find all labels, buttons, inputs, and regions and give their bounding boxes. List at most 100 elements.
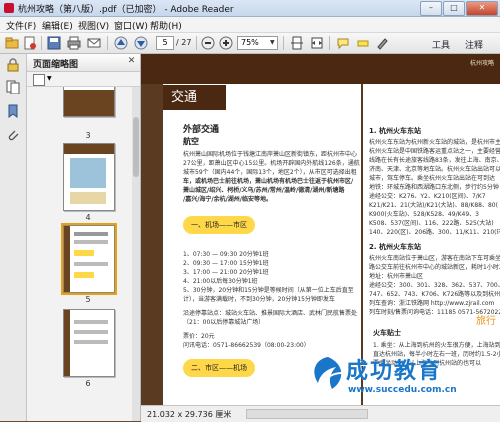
page-thumbnail-selected[interactable]: [61, 223, 117, 295]
chevron-down-icon[interactable]: ▼: [47, 75, 52, 82]
menu-edit[interactable]: 编辑(E): [42, 19, 73, 32]
thumbnail-label: 4: [85, 213, 91, 222]
section-accent-label: 旅行: [476, 316, 496, 327]
zoom-out-icon[interactable]: [201, 36, 215, 50]
left-paragraph-line: /嘉兴/海宁/余杭/湖州/临安等地。: [183, 196, 272, 203]
toolbar-separator: [196, 36, 197, 50]
toolbar-separator: [329, 36, 330, 50]
watermark-brand: 成功教育: [346, 359, 443, 384]
menu-window[interactable]: 窗口(W): [114, 19, 148, 32]
create-pdf-icon[interactable]: [23, 36, 37, 50]
toolbar-separator: [283, 36, 284, 50]
fit-page-icon[interactable]: [290, 36, 304, 50]
fit-width-icon[interactable]: [310, 36, 324, 50]
right-paragraph-line: 地址：杭州市萧山区: [369, 273, 424, 280]
page-thumbnails-icon[interactable]: [6, 80, 20, 95]
schedule-line: 1、07:30 — 09:30 20分钟1班: [183, 251, 269, 258]
route-stops-line: （21：00以后停靠城站广场）: [183, 319, 265, 326]
right-paragraph-line: K21/K21、21(大站)/K21(大站)、88/K88、80(: [369, 202, 498, 209]
email-icon[interactable]: [87, 36, 101, 50]
right-paragraph-line: K900(火车站)、528/K528、49/K49、3: [369, 211, 479, 218]
right-paragraph-line: 线路在长有长途旅客线路83条，发往上海、南京、: [369, 157, 500, 164]
right-paragraph-line: 途经公交：K276、Y2、K210(区间)、7/K7: [369, 193, 486, 200]
schedule-line: 2、09:30 — 17:00 15分钟1班: [183, 260, 269, 267]
comment-bubble-icon[interactable]: [336, 36, 350, 50]
print-icon[interactable]: [67, 36, 81, 50]
highlight-icon[interactable]: [356, 36, 370, 50]
right-paragraph-line: 济南、天津、北京等地车站。杭州火车站出站可以到达: [369, 166, 500, 173]
chevron-down-icon[interactable]: ▼: [270, 39, 275, 46]
right-paragraph-line: 杭州火车东站为杭州新火车站的城站，是杭州市主要: [369, 139, 500, 146]
save-icon[interactable]: [47, 36, 61, 50]
status-bar: 21.032 x 29.736 厘米: [141, 405, 500, 422]
close-panel-icon[interactable]: ✕: [126, 56, 137, 67]
bookmarks-icon[interactable]: [6, 104, 20, 118]
close-button[interactable]: ✕: [466, 1, 498, 16]
page-thumbnail[interactable]: [63, 309, 115, 377]
section-title: 交通: [163, 85, 226, 110]
watermark-logo-icon: [308, 355, 348, 391]
left-paragraph-line: 27公里，距萧山区中心15公里。机场开辟国内外航线126条，通航: [183, 160, 360, 167]
menu-view[interactable]: 视图(V): [78, 19, 109, 32]
comment-button[interactable]: 注释: [465, 38, 483, 51]
page-size-text: 21.032 x 29.736 厘米: [147, 410, 232, 419]
page-side-band: [149, 84, 163, 405]
phone-text: 问讯电话：0571-86662539（08:00-23:00）: [183, 342, 310, 349]
horizontal-scrollbar[interactable]: [246, 409, 368, 419]
left-subheading: 航空: [183, 137, 199, 146]
thumbnail-label: 5: [85, 295, 91, 304]
page-thumbnail[interactable]: [63, 87, 115, 117]
left-paragraph-line: 杭州萧山国际机场位于钱塘江南岸萧山区新街镇东，距杭州市中心: [183, 151, 358, 158]
thumbnail-scrollbar[interactable]: [132, 87, 140, 421]
title-bar: 杭州攻略（第八版）.pdf（已加密） - Adobe Reader – □ ✕: [0, 0, 500, 17]
next-page-icon[interactable]: [134, 36, 148, 50]
previous-page-icon[interactable]: [114, 36, 128, 50]
fare-text: 票价：20元: [183, 333, 215, 340]
attachments-icon[interactable]: [6, 128, 20, 142]
right-paragraph-line: K508、537(区间)、116、222路、525(大站): [369, 220, 494, 227]
right-paragraph-line: 1. 乘坐：从上海到杭州的火车很方便，上海站到: [373, 342, 500, 349]
thumbnail-label: 6: [85, 379, 91, 388]
zoom-in-icon[interactable]: [219, 36, 233, 50]
navigation-pane-strip: [0, 54, 27, 421]
menu-file[interactable]: 文件(F): [6, 19, 36, 32]
page-thumbnail[interactable]: [63, 143, 115, 211]
route-pill-city-airport: 二、市区——机场: [183, 359, 255, 377]
schedule-line: 4、21:00以后每30分钟1班: [183, 278, 258, 285]
left-paragraph-line: 萧山城区/绍兴、柯桥/义乌/苏州/常州/温岭/德清/湖州/新塘路: [183, 187, 345, 194]
right-paragraph-line: 途经公交：300、301、328、362、537、700、: [369, 282, 500, 289]
scrollbar-thumb[interactable]: [133, 117, 139, 177]
adobe-reader-icon: [4, 3, 14, 13]
options-icon[interactable]: [33, 74, 45, 86]
toolbar: 5 / 27 75% ▼ 工具 注释: [0, 33, 500, 54]
route-pill-airport-city: 一、机场——市区: [183, 216, 255, 234]
panel-title: 页面缩略图: [33, 60, 79, 70]
thumbnail-label: 3: [85, 131, 91, 140]
schedule-line: 3、17:00 — 21:00 20分钟1班: [183, 269, 269, 276]
open-icon[interactable]: [5, 36, 19, 50]
thumbnails-panel: 页面缩略图 ✕ ▼ 3 4 5 6: [27, 54, 141, 421]
toolbar-separator: [41, 36, 42, 50]
right-paragraph-line: 747、652、743、K706、K726路等以及到杭州: [369, 291, 500, 298]
window-title: 杭州攻略（第八版）.pdf（已加密） - Adobe Reader: [18, 5, 234, 15]
thumbnail-list: 3 4 5 6: [27, 87, 131, 421]
left-paragraph-line: 城市59个（国内44个，国际13个，地区2个），从市区可选择出租: [183, 169, 357, 176]
panel-header: 页面缩略图 ✕: [27, 54, 140, 72]
right-paragraph-line: 路公交车前往杭州市中心的城站新区，耗时1小时左右: [369, 264, 500, 271]
maximize-button[interactable]: □: [443, 1, 465, 16]
route-stops-line: 沿途停靠站点：城站火车站、推景国际大酒店、武林门民航售票处: [183, 310, 358, 317]
lock-icon[interactable]: [6, 58, 20, 72]
page-number-input[interactable]: 5: [156, 36, 174, 50]
menu-help[interactable]: 帮助(H): [150, 19, 182, 32]
right-paragraph-line: 杭州火车站是中国铁路客运重点站之一，主要经营: [369, 148, 500, 155]
minimize-button[interactable]: –: [420, 1, 442, 16]
right-paragraph-line: 140、220(区)、206路、300、11/K11、210(环线): [369, 229, 500, 236]
menu-bar: 文件(F) 编辑(E) 视图(V) 窗口(W) 帮助(H): [0, 17, 500, 33]
watermark-url: www.succedu.com.cn: [348, 385, 457, 395]
sign-icon[interactable]: [376, 36, 390, 50]
page-total: / 27: [176, 38, 192, 47]
tools-button[interactable]: 工具: [432, 38, 450, 51]
right-paragraph-line: 地铁：环城东路和西湖路口东北侧，步行约5分钟: [369, 184, 499, 191]
right-heading: 火车贴士: [373, 329, 401, 337]
right-heading: 2. 杭州火车东站: [369, 243, 421, 251]
